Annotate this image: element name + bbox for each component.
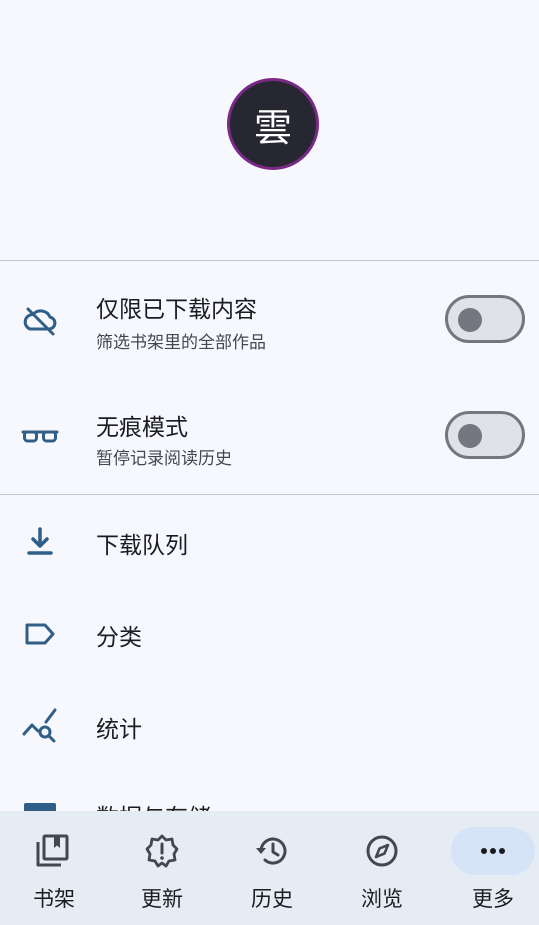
menu-item-statistics[interactable]: 统计 xyxy=(0,680,539,772)
downloaded-only-title: 仅限已下载内容 xyxy=(96,297,257,323)
nav-label: 书架 xyxy=(33,887,75,911)
menu-item-download-queue[interactable]: 下载队列 xyxy=(0,496,539,588)
new-releases-icon xyxy=(144,833,180,869)
menu-label: 统计 xyxy=(96,717,142,743)
menu-label: 下载队列 xyxy=(96,533,188,559)
menu-label: 数据与存储 xyxy=(96,798,211,811)
nav-library[interactable]: 书架 xyxy=(0,811,108,925)
switch-knob xyxy=(458,424,482,448)
incognito-title: 无痕模式 xyxy=(96,415,188,441)
menu-item-categories[interactable]: 分类 xyxy=(0,588,539,680)
history-icon xyxy=(254,833,290,869)
downloaded-only-row[interactable]: 仅限已下载内容 筛选书架里的全部作品 xyxy=(0,262,539,378)
download-icon xyxy=(20,522,60,562)
nav-label: 历史 xyxy=(251,887,293,911)
library-icon xyxy=(34,833,70,869)
incognito-row[interactable]: 无痕模式 暂停记录阅读历史 xyxy=(0,378,539,494)
menu-label: 分类 xyxy=(96,625,142,651)
app-header: 雲 xyxy=(0,0,539,260)
nav-updates[interactable]: 更新 xyxy=(108,811,216,925)
label-icon xyxy=(20,614,60,654)
nav-history[interactable]: 历史 xyxy=(218,811,326,925)
incognito-subtitle: 暂停记录阅读历史 xyxy=(96,449,232,469)
incognito-switch[interactable] xyxy=(445,411,525,459)
cloud-off-icon xyxy=(20,300,60,340)
nav-label: 浏览 xyxy=(361,887,403,911)
downloaded-only-switch[interactable] xyxy=(445,295,525,343)
query-stats-icon xyxy=(20,706,60,746)
more-horiz-icon xyxy=(475,833,511,869)
explore-icon xyxy=(364,833,400,869)
downloaded-only-subtitle: 筛选书架里的全部作品 xyxy=(96,333,266,353)
divider xyxy=(0,260,539,261)
bottom-navigation: 书架 更新 历史 浏览 更多 xyxy=(0,811,539,925)
nav-label: 更多 xyxy=(472,887,514,911)
nav-more[interactable]: 更多 xyxy=(439,811,539,925)
glasses-icon xyxy=(20,416,60,456)
nav-label: 更新 xyxy=(141,887,183,911)
switch-knob xyxy=(458,308,482,332)
nav-browse[interactable]: 浏览 xyxy=(328,811,436,925)
divider xyxy=(0,494,539,495)
menu-item-data-storage[interactable]: 数据与存储 xyxy=(0,790,539,811)
storage-icon xyxy=(24,803,56,811)
app-logo: 雲 xyxy=(227,78,319,170)
logo-glyph: 雲 xyxy=(253,105,292,150)
